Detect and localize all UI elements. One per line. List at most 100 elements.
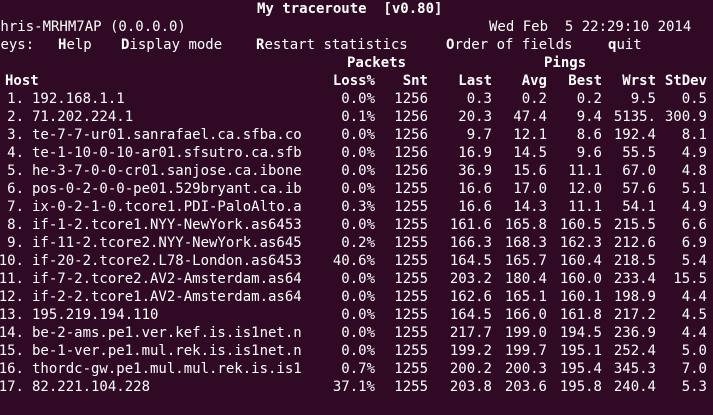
hop-number: 17. [0, 379, 24, 395]
table-row: 2. 71.202.224.1 0.1% 1256 20.3 47.4 9.4 5135. 30… [0, 108, 713, 126]
hop-worst: 233.4 [613, 271, 656, 287]
key-quit-label: uit [616, 37, 642, 53]
hop-number: 6. [7, 181, 24, 197]
hop-avg: 165.7 [504, 253, 547, 269]
hop-number: 16. [0, 361, 24, 377]
table-row: 10. if-20-2.tcore2.L78-London.as6453 40.6%… [0, 252, 713, 270]
hop-sent: 1255 [394, 343, 428, 359]
table-row: 13. 195.219.194.110 0.0% 1255 164.5 166.0 161.… [0, 306, 713, 324]
hop-host: 192.168.1.1 [32, 91, 125, 107]
hop-avg: 200.3 [504, 361, 547, 377]
col-loss: Loss% [332, 73, 375, 89]
hop-host: te-1-10-0-10-ar01.sfsutro.ca.sfb [32, 145, 302, 161]
hop-loss: 0.0% [341, 343, 375, 359]
key-help[interactable]: Help [58, 36, 92, 54]
table-row: 16. thordc-gw.pe1.mul.mul.rek.is.is1 0.7% 1… [0, 360, 713, 378]
hop-sent: 1255 [394, 181, 428, 197]
hop-loss: 0.0% [341, 91, 375, 107]
hop-number: 8. [7, 217, 24, 233]
key-display-mode[interactable]: Display mode [121, 36, 222, 54]
hop-host: ix-0-2-1-0.tcore1.PDI-PaloAlto.a [32, 199, 302, 215]
table-row: 15. be-1-ver.pe1.mul.rek.is.is1net.n 0.0% 1… [0, 342, 713, 360]
hop-number: 12. [0, 289, 24, 305]
hop-number: 13. [0, 307, 24, 323]
hop-number: 3. [7, 127, 24, 143]
hop-avg: 199.7 [504, 343, 547, 359]
column-header-line: Host Loss% Snt Last Avg Best Wrst StDev [0, 72, 713, 90]
hop-stdev: 6.9 [681, 235, 707, 251]
keys-label-text: eys: [0, 37, 35, 53]
table-row: 4. te-1-10-0-10-ar01.sfsutro.ca.sfb 0.0% 12… [0, 144, 713, 162]
table-row: 9. if-11-2.tcore2.NYY-NewYork.as645 0.2% 12… [0, 234, 713, 252]
hop-stdev: 5.1 [681, 181, 707, 197]
hop-number: 9. [7, 235, 24, 251]
hop-best: 162.3 [559, 235, 602, 251]
key-order-of-fields[interactable]: Order of fields [446, 36, 572, 54]
hop-stdev: 4.5 [681, 307, 707, 323]
hop-loss: 0.1% [341, 109, 375, 125]
table-row: 1. 192.168.1.1 0.0% 1256 0.3 0.2 0.2 9.5 0.5 [0, 90, 713, 108]
hop-loss: 0.0% [341, 181, 375, 197]
hop-best: 160.5 [559, 217, 602, 233]
title-line: My traceroute [v0.80] [0, 0, 713, 18]
hop-avg: 166.0 [504, 307, 547, 323]
hop-worst: 55.5 [622, 145, 656, 161]
hop-host: if-7-2.tcore2.AV2-Amsterdam.as64 [32, 271, 302, 287]
hop-last: 203.2 [449, 271, 492, 287]
hop-last: 16.6 [458, 199, 492, 215]
hop-last: 16.9 [458, 145, 492, 161]
hop-best: 11.1 [568, 199, 602, 215]
hop-host: if-20-2.tcore2.L78-London.as6453 [32, 253, 302, 269]
col-avg: Avg [521, 73, 547, 89]
hop-best: 160.0 [559, 271, 602, 287]
col-last: Last [458, 73, 492, 89]
hop-sent: 1256 [394, 91, 428, 107]
table-row: 17. 82.221.104.228 37.1% 1255 203.8 203.6 195.… [0, 378, 713, 396]
col-best: Best [568, 73, 602, 89]
hop-number: 4. [7, 145, 24, 161]
hop-sent: 1255 [394, 361, 428, 377]
hop-worst: 218.5 [613, 253, 656, 269]
hop-avg: 199.0 [504, 325, 547, 341]
hop-host: thordc-gw.pe1.mul.mul.rek.is.is1 [32, 361, 302, 377]
hop-sent: 1256 [394, 145, 428, 161]
hop-host: he-3-7-0-0-cr01.sanjose.ca.ibone [32, 163, 302, 179]
current-datetime: Wed Feb 5 22:29:10 2014 [489, 19, 692, 35]
table-row: 8. if-1-2.tcore1.NYY-NewYork.as6453 0.0% 12… [0, 216, 713, 234]
hop-worst: 67.0 [622, 163, 656, 179]
hop-stdev: 300.9 [664, 109, 707, 125]
key-quit[interactable]: quit [608, 36, 642, 54]
hop-loss: 0.3% [341, 199, 375, 215]
key-restart-statistics[interactable]: Restart statistics [256, 36, 408, 54]
hop-worst: 9.5 [630, 91, 656, 107]
hop-loss: 40.6% [332, 253, 375, 269]
hop-best: 161.8 [559, 307, 602, 323]
keys-label: Keys: [0, 36, 34, 54]
hop-worst: 252.4 [613, 343, 656, 359]
hop-last: 217.7 [449, 325, 492, 341]
hop-sent: 1255 [394, 307, 428, 323]
hop-loss: 0.0% [341, 217, 375, 233]
hop-stdev: 7.0 [681, 361, 707, 377]
hop-stdev: 4.9 [681, 145, 707, 161]
hop-last: 203.8 [449, 379, 492, 395]
hop-last: 166.3 [449, 235, 492, 251]
hop-sent: 1255 [394, 325, 428, 341]
hop-stdev: 6.6 [681, 217, 707, 233]
key-display-mode-label: isplay mode [129, 37, 223, 53]
hop-best: 12.0 [568, 181, 602, 197]
hop-avg: 168.3 [504, 235, 547, 251]
key-help-label: elp [66, 37, 92, 53]
hop-number: 14. [0, 325, 24, 341]
hop-loss: 0.0% [341, 289, 375, 305]
hop-last: 0.3 [466, 91, 492, 107]
hop-loss: 0.2% [341, 235, 375, 251]
terminal-window[interactable]: My traceroute [v0.80] chris-MRHM7AP (0.0… [0, 0, 713, 415]
hop-sent: 1255 [394, 271, 428, 287]
hop-worst: 212.6 [613, 235, 656, 251]
hop-avg: 14.5 [513, 145, 547, 161]
hop-worst: 5135. [613, 109, 656, 125]
table-row: 12. if-2-2.tcore1.AV2-Amsterdam.as64 0.0% 1… [0, 288, 713, 306]
hop-sent: 1256 [394, 127, 428, 143]
hop-last: 20.3 [458, 109, 492, 125]
